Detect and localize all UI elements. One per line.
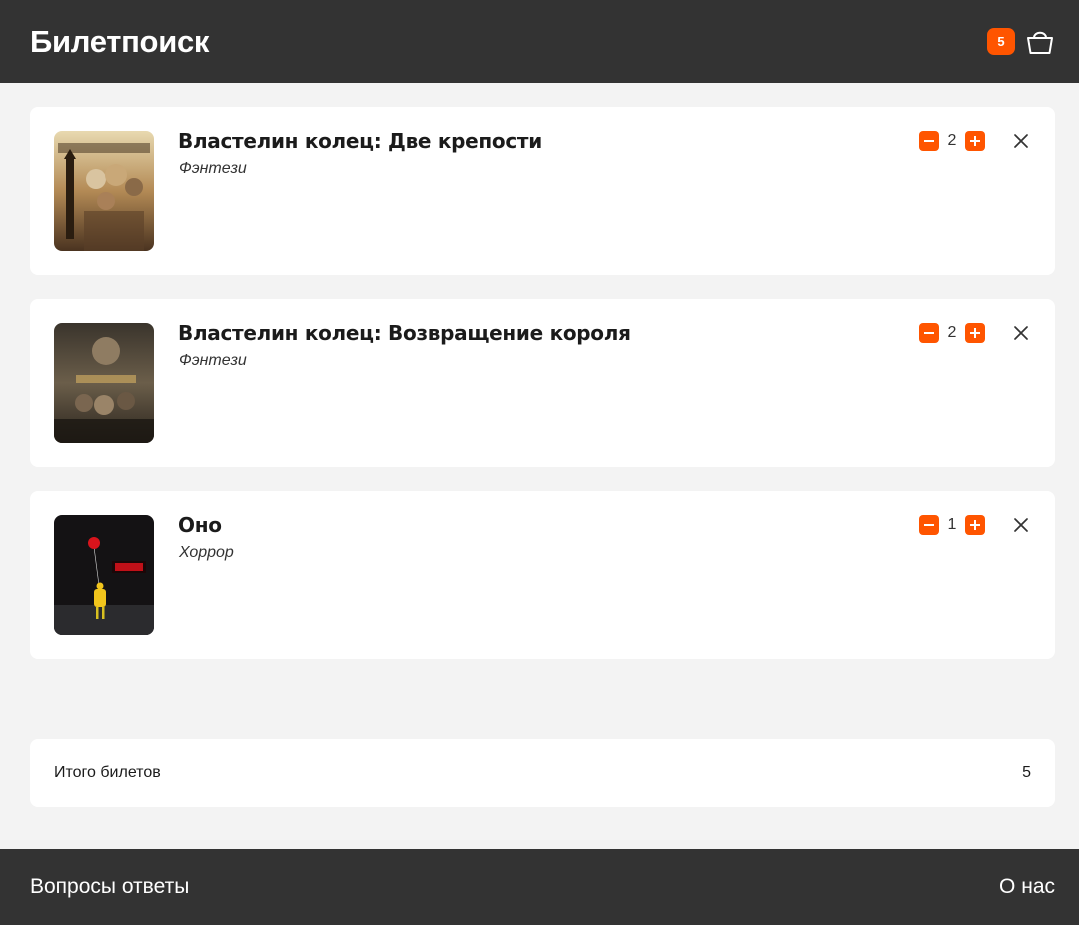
decrement-button[interactable] bbox=[919, 323, 939, 343]
movie-title[interactable]: Властелин колец: Две крепости bbox=[178, 129, 542, 153]
increment-button[interactable] bbox=[965, 515, 985, 535]
cart-count-badge: 5 bbox=[987, 28, 1015, 55]
quantity-stepper: 2 bbox=[919, 323, 985, 343]
remove-item-button[interactable] bbox=[1011, 515, 1031, 535]
increment-button[interactable] bbox=[965, 323, 985, 343]
decrement-button[interactable] bbox=[919, 515, 939, 535]
movie-title[interactable]: Властелин колец: Возвращение короля bbox=[178, 321, 631, 345]
movie-poster[interactable] bbox=[54, 323, 154, 443]
quantity-value: 2 bbox=[947, 132, 957, 149]
movie-poster[interactable] bbox=[54, 515, 154, 635]
quantity-value: 1 bbox=[947, 516, 957, 533]
cart-item: Оно Хоррор 1 bbox=[30, 491, 1055, 659]
total-label: Итого билетов bbox=[54, 764, 161, 781]
about-link[interactable]: О нас bbox=[999, 875, 1055, 899]
cart-item: Властелин колец: Две крепости Фэнтези 2 bbox=[30, 107, 1055, 275]
remove-item-button[interactable] bbox=[1011, 323, 1031, 343]
movie-genre: Фэнтези bbox=[179, 160, 247, 177]
close-icon bbox=[1014, 518, 1028, 532]
movie-title[interactable]: Оно bbox=[178, 513, 222, 537]
increment-button[interactable] bbox=[965, 131, 985, 151]
total-summary: Итого билетов 5 bbox=[30, 739, 1055, 807]
quantity-value: 2 bbox=[947, 324, 957, 341]
cart-item: Властелин колец: Возвращение короля Фэнт… bbox=[30, 299, 1055, 467]
quantity-stepper: 2 bbox=[919, 131, 985, 151]
quantity-stepper: 1 bbox=[919, 515, 985, 535]
movie-genre: Хоррор bbox=[179, 544, 234, 561]
decrement-button[interactable] bbox=[919, 131, 939, 151]
site-logo[interactable]: Билетпоиск bbox=[30, 24, 209, 60]
movie-poster[interactable] bbox=[54, 131, 154, 251]
cart-area[interactable]: 5 bbox=[987, 27, 1055, 57]
site-footer: Вопросы ответы О нас bbox=[0, 849, 1079, 925]
close-icon bbox=[1014, 134, 1028, 148]
movie-genre: Фэнтези bbox=[179, 352, 247, 369]
site-header: Билетпоиск 5 bbox=[0, 0, 1079, 83]
remove-item-button[interactable] bbox=[1011, 131, 1031, 151]
faq-link[interactable]: Вопросы ответы bbox=[30, 875, 189, 899]
close-icon bbox=[1014, 326, 1028, 340]
total-value: 5 bbox=[1022, 764, 1031, 781]
basket-icon[interactable] bbox=[1025, 27, 1055, 57]
